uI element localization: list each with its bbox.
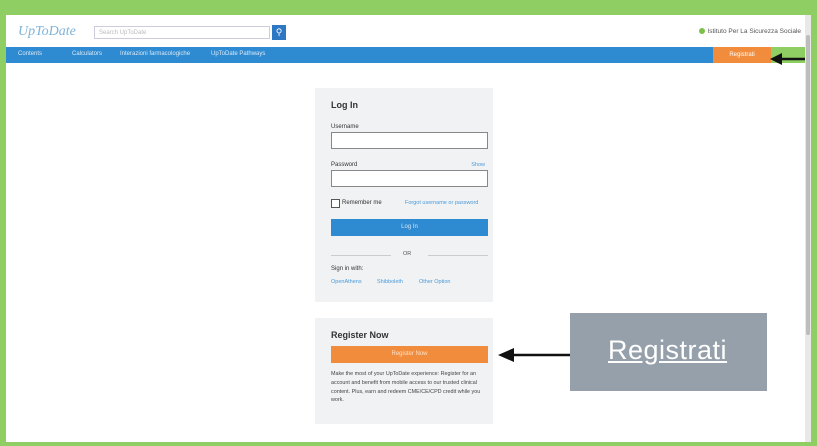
login-button[interactable]: Log In <box>331 219 488 236</box>
nav-item-contents[interactable]: Contents <box>18 51 42 57</box>
sso-link-other[interactable]: Other Option <box>419 279 451 285</box>
login-title: Log In <box>331 100 358 110</box>
institution-name: Istituto Per La Sicurezza Sociale <box>707 28 801 35</box>
callout-text: Registrati <box>608 335 728 365</box>
arrow-to-register-now <box>498 348 570 362</box>
username-field[interactable] <box>331 132 488 149</box>
top-header: UpToDate Search UpToDate ⚲ Istituto Per … <box>6 15 805 47</box>
password-field[interactable] <box>331 170 488 187</box>
sign-in-with-label: Sign in with: <box>331 266 364 272</box>
nav-item-pathways[interactable]: UpToDate Pathways <box>211 51 265 57</box>
login-panel: Log In Username Password Show Remember m… <box>315 88 493 302</box>
search-button[interactable]: ⚲ <box>272 25 286 40</box>
search-icon: ⚲ <box>275 27 283 37</box>
scrollbar[interactable] <box>805 15 811 442</box>
divider-left <box>331 255 391 256</box>
divider-right <box>428 255 488 256</box>
scrollbar-thumb[interactable] <box>806 35 810 335</box>
nav-item-interazioni[interactable]: Interazioni farmacologiche <box>120 51 190 57</box>
or-label: OR <box>403 251 412 257</box>
register-now-button[interactable]: Register Now <box>331 346 488 363</box>
institution-label: Istituto Per La Sicurezza Sociale <box>699 28 801 35</box>
registrati-callout: Registrati <box>570 313 767 391</box>
institution-status-icon <box>699 28 706 35</box>
remember-me-checkbox[interactable] <box>331 199 340 208</box>
sso-link-shibboleth[interactable]: Shibboleth <box>377 279 403 285</box>
show-password-link[interactable]: Show <box>471 162 485 168</box>
forgot-credentials-link[interactable]: Forgot username or password <box>405 200 478 206</box>
arrow-to-register-button <box>770 53 808 65</box>
username-label: Username <box>331 124 359 130</box>
register-panel: Register Now Register Now Make the most … <box>315 318 493 424</box>
register-nav-button[interactable]: Registrati <box>713 47 771 63</box>
uptodate-logo[interactable]: UpToDate <box>18 24 76 40</box>
main-nav: Contents Calculators Interazioni farmaco… <box>6 47 805 63</box>
search-input[interactable]: Search UpToDate <box>94 26 270 39</box>
nav-item-calculators[interactable]: Calculators <box>72 51 102 57</box>
sso-link-openathens[interactable]: OpenAthens <box>331 279 362 285</box>
register-description: Make the most of your UpToDate experienc… <box>331 371 481 404</box>
remember-me-label: Remember me <box>342 200 382 206</box>
register-title: Register Now <box>331 330 389 340</box>
password-label: Password <box>331 162 358 168</box>
